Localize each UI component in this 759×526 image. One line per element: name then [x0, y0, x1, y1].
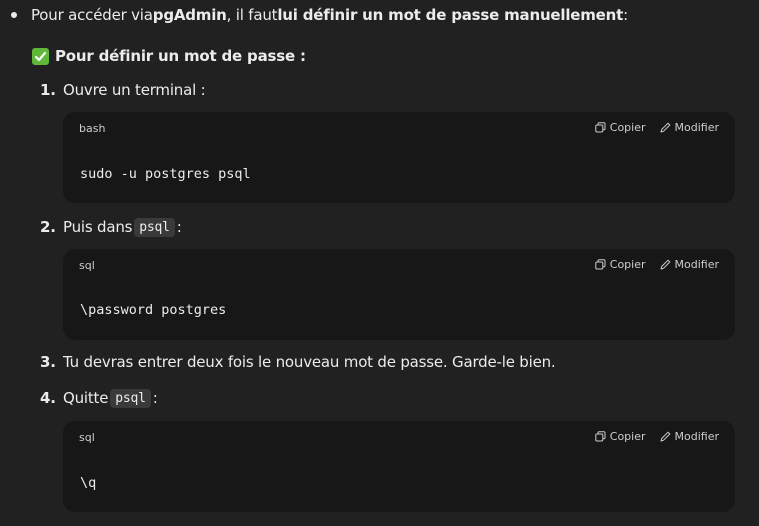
bullet-dot — [11, 12, 17, 18]
step-text: Ouvre un terminal : — [63, 81, 206, 99]
intro-middle: , il faut — [226, 6, 278, 24]
step-number: 1. — [40, 81, 56, 99]
step-text-before: Puis dans — [63, 218, 133, 236]
step-number: 3. — [40, 353, 56, 371]
check-mark-icon — [32, 47, 49, 65]
code-language-label: sql — [79, 259, 95, 272]
step-number: 2. — [40, 218, 56, 236]
step-text: Tu devras entrer deux fois le nouveau mo… — [63, 353, 556, 371]
edit-button[interactable]: Modifier — [660, 258, 719, 271]
edit-label: Modifier — [674, 121, 719, 134]
copy-button[interactable]: Copier — [595, 258, 646, 271]
pencil-icon — [660, 259, 670, 270]
pencil-icon — [660, 431, 670, 442]
code-content[interactable]: \password postgres — [80, 302, 226, 318]
intro-prefix: Pour accéder via — [31, 6, 153, 24]
edit-label: Modifier — [674, 430, 719, 443]
section-heading: Pour définir un mot de passe : — [32, 44, 306, 68]
copy-label: Copier — [609, 258, 646, 271]
intro-bullet: Pour accéder via pgAdmin , il faut lui d… — [11, 3, 628, 27]
copy-icon — [595, 259, 606, 270]
step-3: 3. Tu devras entrer deux fois le nouveau… — [40, 350, 556, 374]
code-content[interactable]: \q — [80, 475, 96, 491]
step-text-after: : — [176, 218, 182, 236]
pencil-icon — [660, 122, 670, 133]
code-language-label: bash — [79, 122, 106, 135]
step-number: 4. — [40, 389, 56, 407]
inline-code: psql — [110, 388, 151, 408]
code-actions: Copier Modifier — [595, 258, 719, 271]
code-block-sql-quit: sql Copier Modifier \q — [63, 421, 735, 512]
copy-label: Copier — [609, 121, 646, 134]
copy-icon — [595, 122, 606, 133]
code-content[interactable]: sudo -u postgres psql — [80, 166, 251, 182]
intro-app-name: pgAdmin — [152, 6, 227, 24]
copy-label: Copier — [609, 430, 646, 443]
edit-button[interactable]: Modifier — [660, 430, 719, 443]
intro-suffix: : — [623, 6, 628, 24]
heading-text: Pour définir un mot de passe : — [55, 47, 306, 65]
step-2: 2. Puis dans psql : — [40, 215, 182, 239]
step-text-after: : — [152, 389, 158, 407]
intro-bold-phrase: lui définir un mot de passe manuellement — [277, 6, 624, 24]
step-1: 1. Ouvre un terminal : — [40, 78, 206, 102]
code-actions: Copier Modifier — [595, 121, 719, 134]
copy-icon — [595, 431, 606, 442]
step-4: 4. Quitte psql : — [40, 386, 158, 410]
step-text-before: Quitte — [63, 389, 109, 407]
code-block-bash: bash Copier Modifier sudo -u postgres ps… — [63, 112, 735, 203]
code-block-sql: sql Copier Modifier \password postgres — [63, 249, 735, 340]
inline-code: psql — [134, 217, 175, 237]
copy-button[interactable]: Copier — [595, 121, 646, 134]
edit-button[interactable]: Modifier — [660, 121, 719, 134]
code-language-label: sql — [79, 431, 95, 444]
copy-button[interactable]: Copier — [595, 430, 646, 443]
edit-label: Modifier — [674, 258, 719, 271]
code-actions: Copier Modifier — [595, 430, 719, 443]
